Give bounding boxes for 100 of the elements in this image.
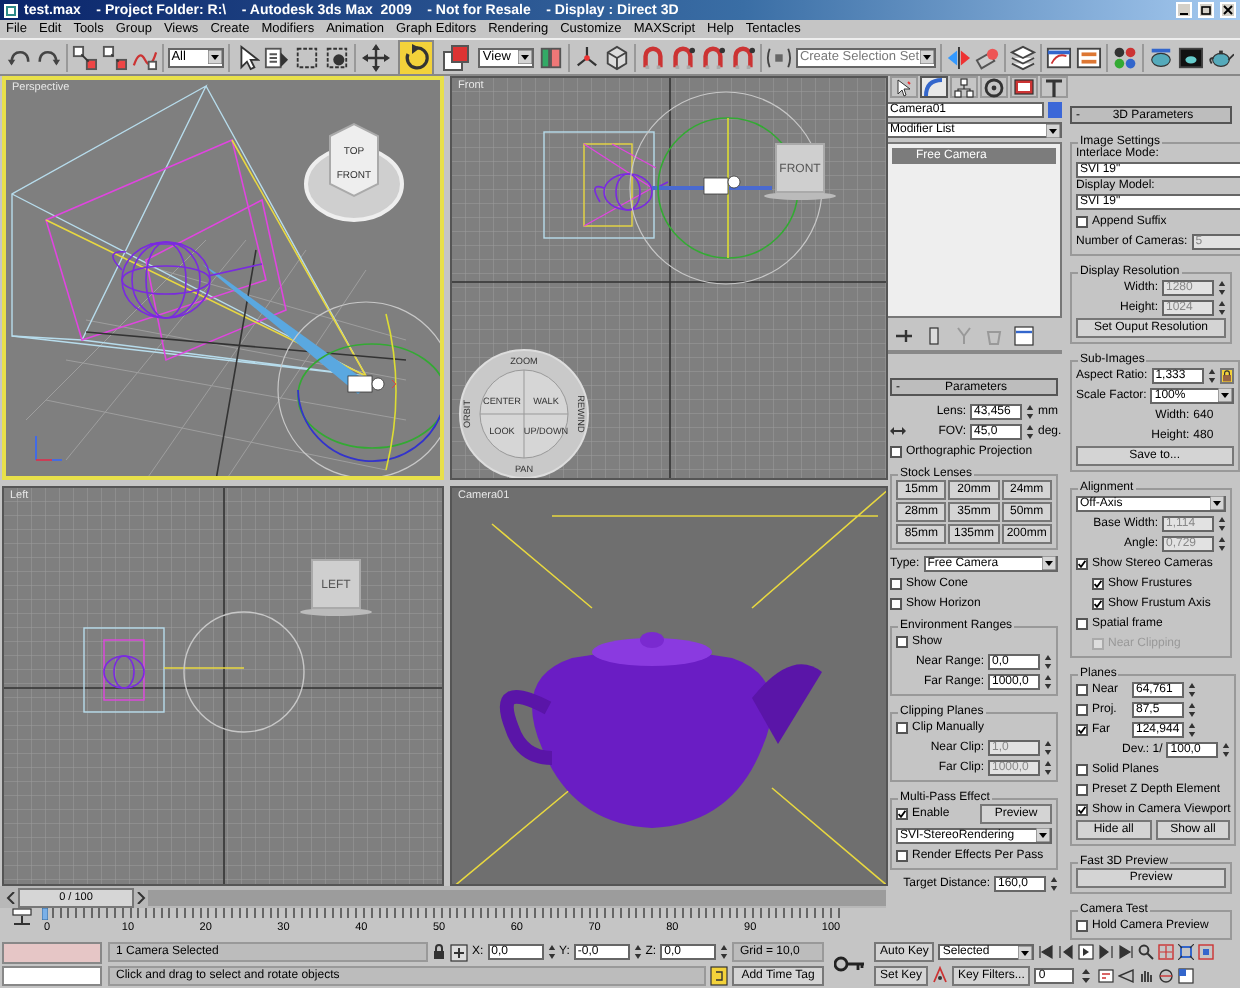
spinner-arrows-icon[interactable] [1222, 741, 1231, 757]
curve-editor-icon[interactable] [12, 908, 32, 926]
spinner-arrows-icon[interactable] [1026, 423, 1034, 439]
spinner-arrows-icon[interactable] [1207, 367, 1216, 383]
padlock-icon[interactable] [432, 944, 446, 961]
dropdown-arrow-icon[interactable] [919, 50, 934, 64]
script-input-field[interactable] [2, 942, 102, 963]
magnet-angle-icon[interactable] [670, 43, 697, 71]
pin-icon[interactable] [894, 326, 914, 346]
rotate-tool-button[interactable] [398, 39, 435, 75]
spinner-arrows-icon[interactable] [1218, 535, 1226, 551]
checkbox[interactable] [890, 597, 902, 609]
checkbox[interactable] [896, 849, 908, 861]
panel-tab[interactable] [890, 76, 918, 98]
mirror-icon[interactable] [945, 43, 971, 71]
teapot-scene-icon[interactable] [1148, 43, 1174, 71]
spinner-arrows-icon[interactable] [1026, 403, 1034, 419]
checkbox[interactable] [1076, 783, 1088, 795]
dropdown-arrow-icon[interactable] [1042, 556, 1056, 570]
spinner-arrows-icon[interactable] [1050, 875, 1058, 891]
pivot-icon[interactable] [538, 43, 565, 71]
lock-button[interactable] [1219, 367, 1234, 383]
align-icon[interactable] [974, 43, 1001, 71]
checkbox[interactable] [1076, 215, 1088, 227]
zoom-extents-all-icon[interactable] [1198, 944, 1215, 961]
absolute-mode-icon[interactable] [450, 943, 468, 962]
checkbox[interactable] [1076, 557, 1088, 569]
spinner-arrows-icon[interactable] [1218, 515, 1226, 531]
orbit-icon[interactable] [1158, 967, 1175, 984]
spinner-arrows-icon[interactable] [1044, 673, 1052, 689]
bar-icon[interactable] [924, 326, 944, 346]
minimize-button[interactable] [1176, 2, 1192, 18]
spinner-arrows-icon[interactable] [1218, 299, 1226, 315]
spinner-arrows-icon[interactable] [1044, 759, 1052, 775]
dropdown-arrow-icon[interactable] [1217, 388, 1232, 402]
dropdown-arrow-icon[interactable] [1036, 828, 1050, 842]
spinner-arrows-icon[interactable] [1044, 739, 1052, 755]
arrow-left-icon[interactable] [6, 891, 16, 903]
spheres-icon[interactable] [1112, 43, 1139, 71]
restore-button[interactable] [1198, 2, 1214, 18]
checkbox[interactable] [1076, 919, 1088, 931]
zoom-extents-icon[interactable] [1178, 944, 1195, 961]
checkbox[interactable] [1076, 683, 1088, 695]
checkbox[interactable] [1076, 723, 1088, 735]
spinner-arrows-icon[interactable] [1188, 701, 1196, 717]
panel-tab[interactable] [980, 76, 1008, 98]
arrow-right-icon[interactable] [136, 891, 146, 903]
checkbox[interactable] [896, 635, 908, 647]
curve-window-icon[interactable] [1046, 43, 1073, 71]
spinner-arrows-icon[interactable] [633, 944, 642, 961]
time-tag-icon[interactable] [710, 965, 728, 986]
schematic-icon[interactable] [1076, 43, 1103, 71]
panel-tab[interactable] [1040, 76, 1068, 98]
link-icon[interactable] [71, 43, 98, 71]
spinner-arrows-icon[interactable] [1188, 721, 1196, 737]
spinner-arrows-icon[interactable] [547, 944, 556, 961]
axis-figure-icon[interactable] [574, 43, 601, 71]
maximize-icon[interactable] [1178, 967, 1195, 984]
dropdown-arrow-icon[interactable] [1018, 945, 1033, 960]
skip-end-icon[interactable] [1118, 944, 1135, 961]
script-output-field[interactable] [2, 965, 102, 986]
time-config-icon[interactable] [1098, 967, 1115, 984]
checkbox[interactable] [1076, 763, 1088, 775]
close-button[interactable] [1220, 2, 1236, 18]
move-tool-button[interactable] [358, 39, 395, 75]
checkbox[interactable] [896, 808, 908, 820]
dropdown-arrow-icon[interactable] [518, 50, 533, 64]
render-window-icon[interactable] [1177, 43, 1204, 71]
checkbox[interactable] [1076, 703, 1088, 715]
dropdown-arrow-icon[interactable] [207, 50, 222, 64]
layers-icon[interactable] [1010, 43, 1037, 71]
key-icon[interactable] [834, 956, 866, 972]
skip-start-icon[interactable] [1038, 944, 1055, 961]
magnifier-icon[interactable] [1138, 944, 1155, 961]
color-swatch[interactable] [1048, 102, 1062, 118]
checkbox[interactable] [1092, 577, 1104, 589]
checkbox[interactable] [1076, 617, 1088, 629]
spinner-arrows-icon[interactable] [1188, 681, 1196, 697]
list-icon[interactable] [263, 43, 290, 71]
play-icon[interactable] [1078, 944, 1095, 961]
triangle-icon[interactable] [1118, 967, 1135, 984]
key-mode-icon[interactable] [932, 966, 949, 985]
unlink-icon[interactable] [101, 43, 128, 71]
checkbox[interactable] [890, 577, 902, 589]
spinner-arrows-icon[interactable] [1044, 653, 1052, 669]
spinner-arrows-icon[interactable] [1078, 967, 1095, 984]
prev-frame-icon[interactable] [1058, 944, 1075, 961]
spinner-arrows-icon[interactable] [719, 944, 728, 961]
checkbox[interactable] [1076, 803, 1088, 815]
cube-icon[interactable] [604, 43, 631, 71]
checkbox[interactable] [896, 721, 908, 733]
magnet-spinner-icon[interactable] [730, 43, 757, 71]
scale-tool-button[interactable] [438, 39, 475, 75]
magnet-percent-icon[interactable] [700, 43, 727, 71]
window-icon[interactable] [1014, 326, 1034, 346]
panel-tab[interactable] [950, 76, 978, 98]
panel-tab[interactable] [920, 76, 948, 98]
named-selection-icon[interactable] [765, 43, 792, 71]
hand-icon[interactable] [1138, 967, 1155, 984]
dropdown-arrow-icon[interactable] [1046, 123, 1060, 137]
